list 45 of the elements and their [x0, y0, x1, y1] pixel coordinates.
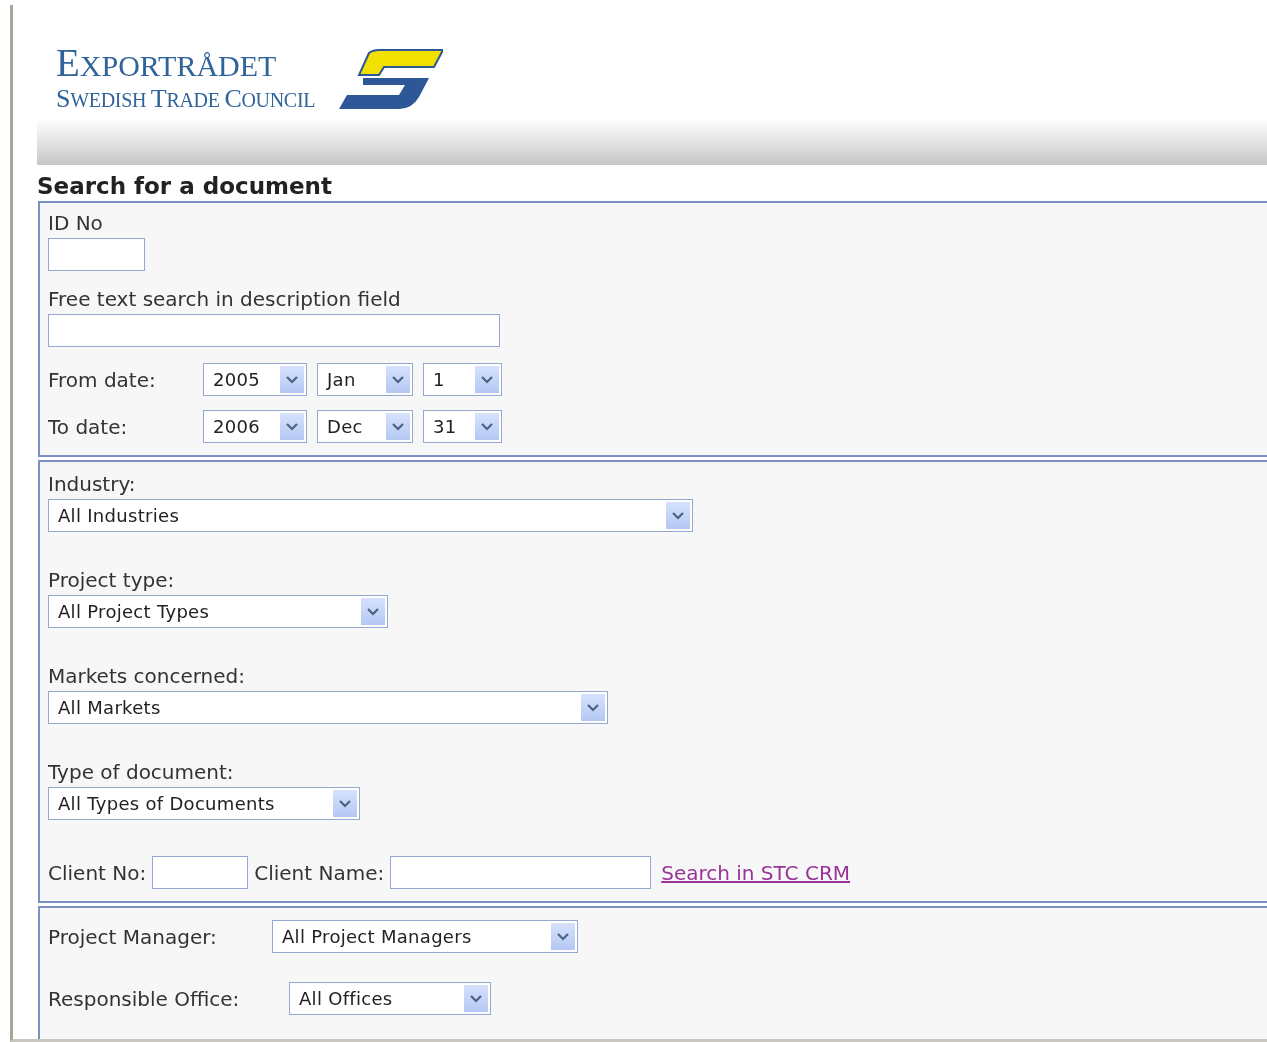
logo-subtitle: SWEDISH TRADE COUNCIL: [56, 86, 316, 112]
dropdown[interactable]: All Industries: [48, 499, 693, 532]
search-link[interactable]: Search in STC CRM: [661, 860, 851, 885]
input-field[interactable]: [48, 314, 500, 347]
chevron-down-icon: [672, 511, 684, 520]
chevron-down-icon: [392, 422, 404, 431]
field-label: Free text search in description field: [48, 287, 402, 311]
field-label: Industry:: [48, 472, 137, 496]
field-label: ID No: [48, 211, 104, 235]
field-label: Markets concerned:: [48, 664, 247, 688]
dropdown[interactable]: All Types of Documents: [48, 787, 360, 820]
chevron-down-icon: [481, 375, 493, 384]
page-title: Search for a document: [37, 172, 333, 201]
logo-wordmark: EXPORTRÅDET: [56, 43, 278, 82]
field-label: Project Manager:: [48, 924, 218, 949]
input-field[interactable]: [152, 856, 249, 889]
dropdown[interactable]: All Offices: [289, 982, 491, 1015]
dropdown[interactable]: Dec: [317, 410, 413, 443]
dropdown[interactable]: Jan: [317, 363, 413, 396]
chevron-down-icon: [392, 375, 404, 384]
field-label: Client Name:: [254, 860, 385, 885]
chevron-down-icon: [339, 799, 351, 808]
dropdown[interactable]: 1: [423, 363, 502, 396]
dropdown[interactable]: 2006: [203, 410, 307, 443]
dropdown[interactable]: All Markets: [48, 691, 608, 724]
logo-emblem-icon: [339, 49, 444, 110]
input-field[interactable]: [390, 856, 652, 889]
field-label: From date:: [48, 367, 157, 392]
field-label: Responsible Office:: [48, 986, 241, 1011]
chevron-down-icon: [286, 375, 298, 384]
chevron-down-icon: [286, 422, 298, 431]
input-field[interactable]: [48, 238, 145, 271]
field-label: Type of document:: [48, 760, 235, 784]
field-label: Client No:: [48, 860, 147, 885]
chevron-down-icon: [367, 607, 379, 616]
dropdown[interactable]: 31: [423, 410, 502, 443]
chevron-down-icon: [481, 422, 493, 431]
chevron-down-icon: [470, 994, 482, 1003]
field-label: Project type:: [48, 568, 176, 592]
dropdown[interactable]: All Project Types: [48, 595, 388, 628]
chevron-down-icon: [587, 703, 599, 712]
dropdown[interactable]: 2005: [203, 363, 307, 396]
dropdown[interactable]: All Project Managers: [272, 920, 578, 953]
chevron-down-icon: [557, 932, 569, 941]
field-label: To date:: [48, 414, 129, 439]
